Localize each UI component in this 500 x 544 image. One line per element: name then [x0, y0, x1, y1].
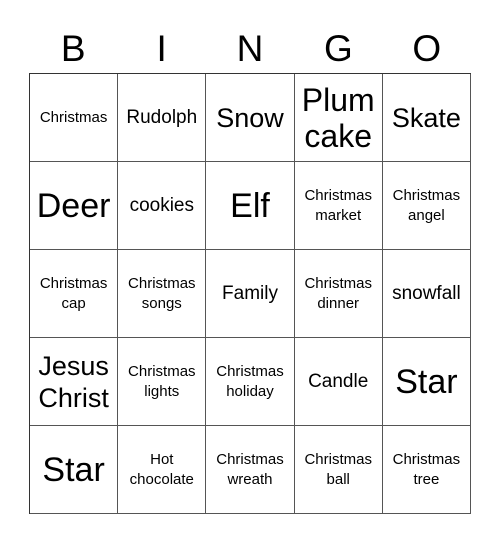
bingo-cell[interactable]: Hot chocolate — [118, 426, 207, 514]
bingo-cell[interactable]: Candle — [294, 338, 383, 426]
bingo-cell[interactable]: Christmas holiday — [206, 338, 295, 426]
bingo-cell-text: Jesus Christ — [38, 350, 109, 413]
bingo-cell[interactable]: Rudolph — [118, 74, 207, 162]
bingo-cell-text: Snow — [216, 102, 284, 133]
bingo-cell-text: Star — [395, 362, 458, 401]
bingo-header: B I N G O — [29, 26, 471, 72]
bingo-cell[interactable]: Christmas market — [294, 162, 383, 250]
bingo-cell-text: Candle — [308, 370, 369, 392]
bingo-cell-text: Christmas holiday — [216, 362, 284, 400]
bingo-cell[interactable]: Star — [30, 426, 119, 514]
bingo-cell[interactable]: Jesus Christ — [30, 338, 119, 426]
bingo-cell[interactable]: Snow — [206, 74, 295, 162]
bingo-cell[interactable]: Plum cake — [294, 74, 383, 162]
bingo-cell[interactable]: Christmas tree — [382, 426, 471, 514]
bingo-cell[interactable]: Christmas — [30, 74, 119, 162]
header-letter-g: G — [324, 28, 353, 69]
bingo-cell[interactable]: Star — [382, 338, 471, 426]
bingo-cell-text: Christmas songs — [128, 274, 196, 312]
bingo-cell[interactable]: Deer — [30, 162, 119, 250]
bingo-cell-text: Elf — [230, 186, 270, 225]
bingo-cell-text: Christmas dinner — [304, 274, 372, 312]
bingo-cell[interactable]: snowfall — [382, 250, 471, 338]
bingo-cell-text: Christmas angel — [392, 186, 461, 224]
header-letter-i: I — [156, 28, 167, 69]
bingo-cell[interactable]: Christmas dinner — [294, 250, 383, 338]
bingo-cell[interactable]: Skate — [382, 74, 471, 162]
bingo-cell-text: Christmas wreath — [216, 450, 284, 488]
bingo-cell-text: Christmas — [39, 108, 108, 126]
header-letter-b: B — [60, 28, 86, 69]
bingo-cell-text: Family — [222, 282, 278, 304]
bingo-cell-text: Christmas tree — [392, 450, 461, 488]
header-letter-n: N — [236, 28, 264, 69]
bingo-cell-text: Christmas lights — [128, 362, 196, 400]
bingo-cell[interactable]: Family — [206, 250, 295, 338]
bingo-cell-text: Christmas cap — [39, 274, 108, 312]
bingo-cell[interactable]: Christmas cap — [30, 250, 119, 338]
bingo-cell-text: Christmas ball — [304, 450, 372, 488]
bingo-cell-text: Star — [42, 450, 105, 489]
bingo-cell-text: Deer — [36, 186, 111, 225]
bingo-cell[interactable]: Christmas lights — [118, 338, 207, 426]
bingo-cell-text: Skate — [391, 102, 461, 133]
bingo-cell-text: snowfall — [392, 282, 461, 304]
bingo-cell[interactable]: cookies — [118, 162, 207, 250]
bingo-board: Christmas Rudolph Snow Plum cake Skate Deer co… — [29, 73, 471, 514]
bingo-cell[interactable]: Elf — [206, 162, 295, 250]
header-letter-o: O — [412, 28, 442, 69]
bingo-cell-text: cookies — [129, 194, 194, 216]
bingo-cell[interactable]: Christmas songs — [118, 250, 207, 338]
bingo-cell[interactable]: Christmas ball — [294, 426, 383, 514]
bingo-cell-text: Plum cake — [301, 81, 375, 154]
bingo-cell[interactable]: Christmas wreath — [206, 426, 295, 514]
bingo-cell-text: Hot chocolate — [129, 450, 194, 488]
bingo-cell[interactable]: Christmas angel — [382, 162, 471, 250]
bingo-cell-text: Christmas market — [304, 186, 372, 224]
bingo-cell-text: Rudolph — [126, 106, 198, 128]
